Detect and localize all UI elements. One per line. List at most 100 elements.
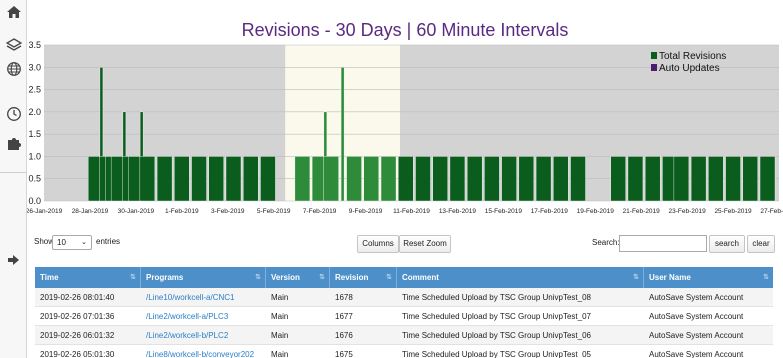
layers-icon[interactable]: [3, 37, 24, 58]
x-tick-label: 13-Feb-2019: [439, 208, 477, 215]
sort-icon: ⇅: [386, 274, 392, 281]
table-row[interactable]: 2019-02-26 06:01:32 /Line2/workcell-b/PL…: [35, 326, 773, 345]
bar: [466, 156, 483, 202]
logout-icon[interactable]: [3, 252, 24, 273]
search-button[interactable]: search: [709, 235, 745, 253]
x-tick-label: 1-Feb-2019: [165, 208, 199, 215]
x-tick-label: 15-Feb-2019: [485, 208, 523, 215]
reset-zoom-button[interactable]: Reset Zoom: [399, 235, 451, 253]
bar: [225, 156, 242, 202]
page-size-select[interactable]: 10 ⌄: [52, 235, 92, 250]
bar: [380, 156, 397, 202]
cell-comment: Time Scheduled Upload by TSC Group Univp…: [402, 331, 591, 340]
table-row[interactable]: 2019-02-26 07:01:36 /Line2/workcell-a/PL…: [35, 307, 773, 326]
cell-revision: 1678: [335, 293, 353, 302]
bar: [323, 156, 339, 202]
y-tick-label: 1.0: [28, 151, 41, 161]
revisions-chart[interactable]: 0.0 0.5 1.0 1.5 2.0 2.5 3.0 3.5 26-Jan-2019 28-J…: [27, 40, 783, 220]
bar: [449, 156, 466, 202]
sidebar-divider: [0, 172, 27, 173]
cell-version: Main: [271, 312, 289, 321]
cell-user-name: AutoSave System Account: [649, 312, 744, 321]
cell-program-link[interactable]: /Line8/workcell-b/conveyor202: [141, 345, 266, 358]
app: Revisions - 30 Days | 60 Minute Interval…: [0, 0, 783, 358]
bar: [260, 156, 276, 202]
main-content: Revisions - 30 Days | 60 Minute Interval…: [27, 0, 783, 358]
x-tick-label: 19-Feb-2019: [577, 208, 615, 215]
legend-swatch: [651, 64, 657, 71]
table-row[interactable]: 2019-02-26 08:01:40 /Line10/workcell-a/C…: [35, 288, 773, 307]
cell-time: 2019-02-26 05:01:30: [40, 350, 115, 358]
chevron-down-icon: ⌄: [81, 239, 87, 246]
bar: [535, 156, 552, 202]
clear-button[interactable]: clear: [747, 235, 775, 253]
x-axis: 26-Jan-2019 28-Jan-2019 30-Jan-2019 1-Feb-2…: [27, 208, 783, 215]
bar: [363, 156, 380, 202]
globe-icon[interactable]: [3, 61, 24, 82]
x-tick-label: 7-Feb-2019: [303, 208, 337, 215]
column-header-label: Revision: [335, 273, 369, 282]
bar: [725, 156, 741, 202]
bar: [398, 156, 414, 202]
cell-time: 2019-02-26 07:01:36: [40, 312, 115, 321]
entries-label: entries: [96, 237, 121, 246]
sort-icon: ⇅: [255, 274, 261, 281]
cell-program-link[interactable]: /Line10/workcell-a/CNC1: [141, 288, 266, 307]
y-tick-label: 0.0: [28, 196, 41, 206]
x-tick-label: 23-Feb-2019: [669, 208, 707, 215]
cell-program-link[interactable]: /Line2/workcell-b/PLC2: [141, 326, 266, 345]
bar: [644, 156, 661, 202]
page-size-value: 10: [57, 238, 66, 247]
column-header-revision[interactable]: Revision ⇅: [330, 267, 397, 288]
bar: [346, 156, 362, 202]
clock-icon[interactable]: [3, 106, 24, 127]
cell-version: Main: [271, 293, 289, 302]
home-icon[interactable]: [3, 4, 24, 25]
cell-program-link[interactable]: /Line2/workcell-a/PLC3: [141, 307, 266, 326]
bar: [294, 156, 311, 202]
x-tick-label: 28-Jan-2019: [72, 208, 109, 215]
cell-revision: 1676: [335, 331, 353, 340]
column-header-programs[interactable]: Programs ⇅: [141, 267, 266, 288]
cell-revision: 1675: [335, 350, 353, 358]
x-tick-label: 9-Feb-2019: [349, 208, 383, 215]
search-input[interactable]: [619, 235, 707, 252]
y-tick-label: 2.5: [28, 85, 41, 95]
column-header-time[interactable]: Time ⇅: [35, 267, 141, 288]
y-axis: 0.0 0.5 1.0 1.5 2.0 2.5 3.0 3.5: [28, 40, 41, 206]
x-tick-label: 3-Feb-2019: [211, 208, 245, 215]
column-header-label: Comment: [402, 273, 439, 282]
column-header-user-name[interactable]: User Name ⇅: [644, 267, 773, 288]
bar: [340, 67, 345, 202]
column-header-label: Programs: [146, 273, 184, 282]
bar: [610, 156, 626, 202]
table-row[interactable]: 2019-02-26 05:01:30 /Line8/workcell-b/co…: [35, 345, 773, 358]
y-tick-label: 3.5: [28, 40, 41, 50]
x-tick-label: 27-Feb-2019: [760, 208, 783, 215]
sort-icon: ⇅: [763, 274, 769, 281]
search-label: Search:: [592, 238, 620, 247]
chart-title: Revisions - 30 Days | 60 Minute Interval…: [241, 20, 569, 40]
x-tick-label: 30-Jan-2019: [118, 208, 155, 215]
columns-button[interactable]: Columns: [357, 235, 399, 253]
bar: [759, 156, 776, 202]
cell-user-name: AutoSave System Account: [649, 350, 744, 358]
sidebar: [0, 0, 27, 358]
show-label: Show: [34, 237, 55, 246]
cell-time: 2019-02-26 06:01:32: [40, 331, 115, 340]
y-tick-label: 1.5: [28, 129, 41, 139]
x-tick-label: 25-Feb-2019: [714, 208, 752, 215]
puzzle-icon[interactable]: [3, 135, 24, 156]
revisions-table: Time ⇅ Programs ⇅ Version ⇅ Revision ⇅ Comme…: [35, 267, 773, 358]
column-header-label: Time: [40, 273, 59, 282]
column-header-label: Version: [271, 273, 300, 282]
column-header-comment[interactable]: Comment ⇅: [397, 267, 644, 288]
sort-icon: ⇅: [633, 274, 639, 281]
cell-time: 2019-02-26 08:01:40: [40, 293, 115, 302]
column-header-version[interactable]: Version ⇅: [266, 267, 330, 288]
x-tick-label: 21-Feb-2019: [623, 208, 661, 215]
y-tick-label: 2.0: [28, 107, 41, 117]
cell-comment: Time Scheduled Upload by TSC Group Univp…: [402, 312, 591, 321]
sort-icon: ⇅: [130, 274, 136, 281]
cell-version: Main: [271, 350, 289, 358]
